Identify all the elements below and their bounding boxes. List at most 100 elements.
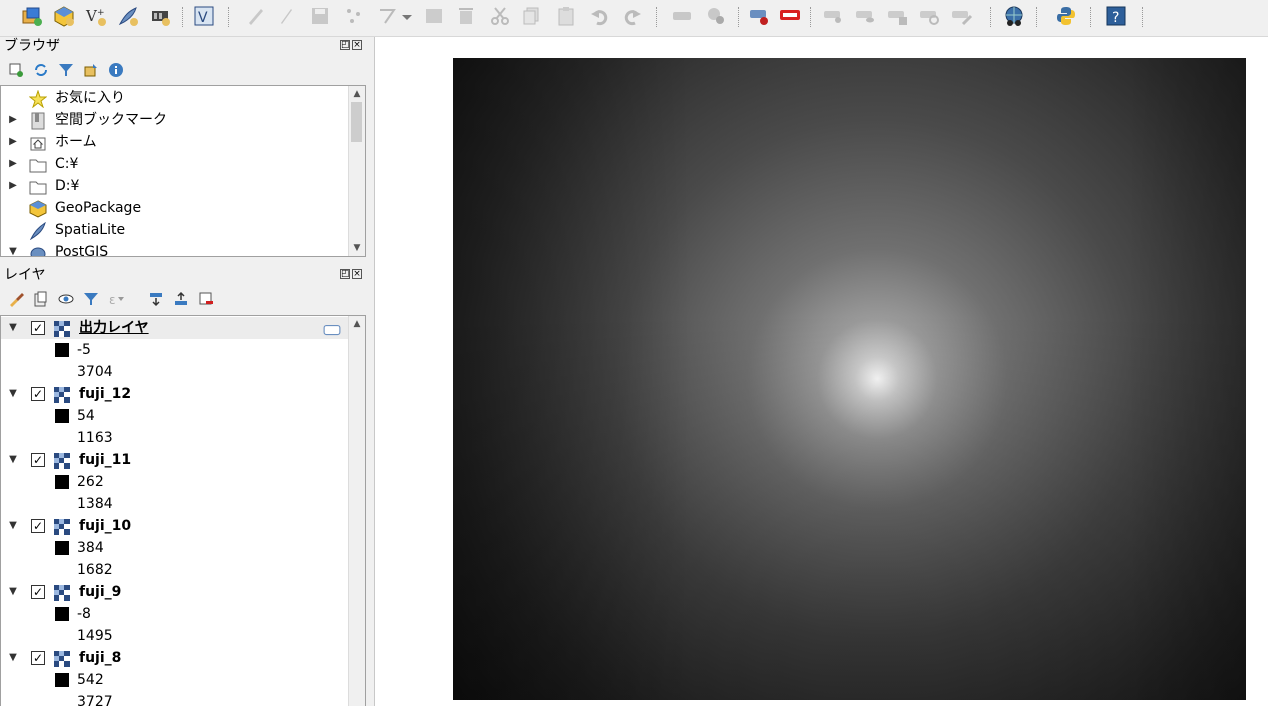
browser-item[interactable]: GeoPackage xyxy=(1,197,349,219)
close-panel-icon[interactable]: × xyxy=(352,269,362,279)
browser-item[interactable]: SpatiaLite xyxy=(1,219,349,241)
add-point-feature-icon[interactable] xyxy=(342,4,366,28)
collapse-all-icon[interactable] xyxy=(83,62,99,78)
label-tool-icon[interactable] xyxy=(670,4,694,28)
new-temporary-scratch-layer-icon[interactable] xyxy=(148,4,172,28)
svg-text:+: + xyxy=(97,8,105,18)
legend-item: -8 xyxy=(1,603,349,625)
float-panel-icon[interactable]: ◰ xyxy=(340,269,350,279)
unplaced-labels-icon[interactable] xyxy=(778,4,802,28)
layers-scrollbar[interactable]: ▲ xyxy=(348,316,365,706)
layer-indicator-icon[interactable] xyxy=(323,321,341,336)
python-console-icon[interactable] xyxy=(1054,4,1078,28)
copy-features-icon[interactable] xyxy=(520,4,544,28)
layer-visibility-checkbox[interactable]: ✓ xyxy=(31,519,45,533)
filter-by-expression-icon[interactable]: ε xyxy=(108,291,124,307)
legend-min-value: 384 xyxy=(77,540,104,556)
scroll-up-arrow-icon[interactable]: ▲ xyxy=(349,316,365,332)
legend-swatch-black xyxy=(55,541,69,555)
layer-row[interactable]: ▼ ✓ 出力レイヤ xyxy=(1,317,349,339)
new-virtual-layer-icon[interactable]: V xyxy=(192,4,216,28)
browser-item[interactable]: ▶ C:¥ xyxy=(1,153,349,175)
browser-item[interactable]: ▶ 空間ブックマーク xyxy=(1,109,349,131)
collapse-arrow-icon[interactable]: ▼ xyxy=(7,581,19,603)
layer-row[interactable]: ▼ ✓ fuji_8 xyxy=(1,647,349,669)
expand-all-icon[interactable] xyxy=(148,291,164,307)
star-icon xyxy=(28,89,48,109)
help-icon[interactable]: ? xyxy=(1104,4,1128,28)
change-label-properties-icon[interactable] xyxy=(950,4,974,28)
scrollbar-thumb[interactable] xyxy=(351,102,362,142)
browser-item-label: PostGIS xyxy=(55,244,109,257)
legend-min-value: -8 xyxy=(77,606,91,622)
delete-selected-icon[interactable] xyxy=(454,4,478,28)
float-panel-icon[interactable]: ◰ xyxy=(340,40,350,50)
add-group-icon[interactable] xyxy=(33,291,49,307)
expand-arrow-icon[interactable]: ▶ xyxy=(7,153,19,175)
collapse-arrow-icon[interactable]: ▼ xyxy=(7,647,19,669)
layer-visibility-checkbox[interactable]: ✓ xyxy=(31,387,45,401)
collapse-arrow-icon[interactable]: ▼ xyxy=(7,383,19,405)
layer-row[interactable]: ▼ ✓ fuji_10 xyxy=(1,515,349,537)
rotate-label-icon[interactable] xyxy=(918,4,942,28)
metasearch-globe-icon[interactable] xyxy=(1002,4,1026,28)
close-panel-icon[interactable]: × xyxy=(352,40,362,50)
move-label-icon[interactable] xyxy=(886,4,910,28)
label-pin-icon[interactable] xyxy=(704,4,728,28)
open-data-source-manager-icon[interactable] xyxy=(20,4,44,28)
legend-item: 1384 xyxy=(1,493,349,515)
show-pinned-labels-icon[interactable] xyxy=(748,4,772,28)
undo-icon[interactable] xyxy=(588,4,612,28)
layer-visibility-checkbox[interactable]: ✓ xyxy=(31,321,45,335)
raster-layer-icon xyxy=(53,584,71,602)
expand-arrow-icon[interactable]: ▶ xyxy=(7,175,19,197)
layer-row[interactable]: ▼ ✓ fuji_12 xyxy=(1,383,349,405)
digitize-pencil-icon[interactable] xyxy=(244,4,268,28)
layer-row[interactable]: ▼ ✓ fuji_9 xyxy=(1,581,349,603)
legend-swatch-black xyxy=(55,607,69,621)
vertex-tool-icon[interactable] xyxy=(376,4,400,28)
cut-features-icon[interactable] xyxy=(488,4,512,28)
filter-legend-icon[interactable] xyxy=(83,291,99,307)
collapse-arrow-icon[interactable]: ▼ xyxy=(7,317,19,339)
scroll-up-arrow-icon[interactable]: ▲ xyxy=(349,86,365,102)
layer-visibility-checkbox[interactable]: ✓ xyxy=(31,585,45,599)
refresh-icon[interactable] xyxy=(33,62,49,78)
redo-icon[interactable] xyxy=(620,4,644,28)
browser-scrollbar[interactable]: ▲ ▼ xyxy=(348,86,365,256)
edit-pencil-icon[interactable] xyxy=(274,4,298,28)
manage-map-themes-eye-icon[interactable] xyxy=(58,291,74,307)
svg-text:?: ? xyxy=(1112,10,1119,26)
info-icon[interactable] xyxy=(108,62,124,78)
filter-icon[interactable] xyxy=(58,62,74,78)
new-shapefile-layer-icon[interactable]: V + xyxy=(84,4,108,28)
browser-item[interactable]: ▶ D:¥ xyxy=(1,175,349,197)
layer-styling-brush-icon[interactable] xyxy=(8,291,24,307)
folder-icon xyxy=(29,156,47,174)
show-hide-label-icon[interactable] xyxy=(854,4,878,28)
add-selected-layers-icon[interactable] xyxy=(8,62,24,78)
layer-visibility-checkbox[interactable]: ✓ xyxy=(31,651,45,665)
modify-attributes-icon[interactable] xyxy=(422,4,446,28)
expand-arrow-icon[interactable]: ▶ xyxy=(7,131,19,153)
map-canvas[interactable] xyxy=(374,37,1268,706)
expand-arrow-icon[interactable]: ▶ xyxy=(7,109,19,131)
new-spatialite-layer-icon[interactable] xyxy=(116,4,140,28)
layer-row[interactable]: ▼ ✓ fuji_11 xyxy=(1,449,349,471)
save-edits-icon[interactable] xyxy=(308,4,332,28)
collapse-arrow-icon[interactable]: ▼ xyxy=(7,449,19,471)
browser-item[interactable]: ▶ ホーム xyxy=(1,131,349,153)
vertex-tool-dropdown-icon[interactable] xyxy=(400,4,414,28)
legend-swatch-black xyxy=(55,343,69,357)
browser-item[interactable]: お気に入り xyxy=(1,87,349,109)
browser-item[interactable]: ▼ PostGIS xyxy=(1,241,349,257)
scroll-down-arrow-icon[interactable]: ▼ xyxy=(349,240,365,256)
paste-features-icon[interactable] xyxy=(554,4,578,28)
new-geopackage-layer-icon[interactable] xyxy=(52,4,76,28)
layer-visibility-checkbox[interactable]: ✓ xyxy=(31,453,45,467)
collapse-all-icon[interactable] xyxy=(173,291,189,307)
collapse-arrow-icon[interactable]: ▼ xyxy=(7,515,19,537)
pin-label-icon[interactable] xyxy=(822,4,846,28)
remove-layer-icon[interactable] xyxy=(198,291,214,307)
collapse-arrow-icon[interactable]: ▼ xyxy=(7,241,19,256)
